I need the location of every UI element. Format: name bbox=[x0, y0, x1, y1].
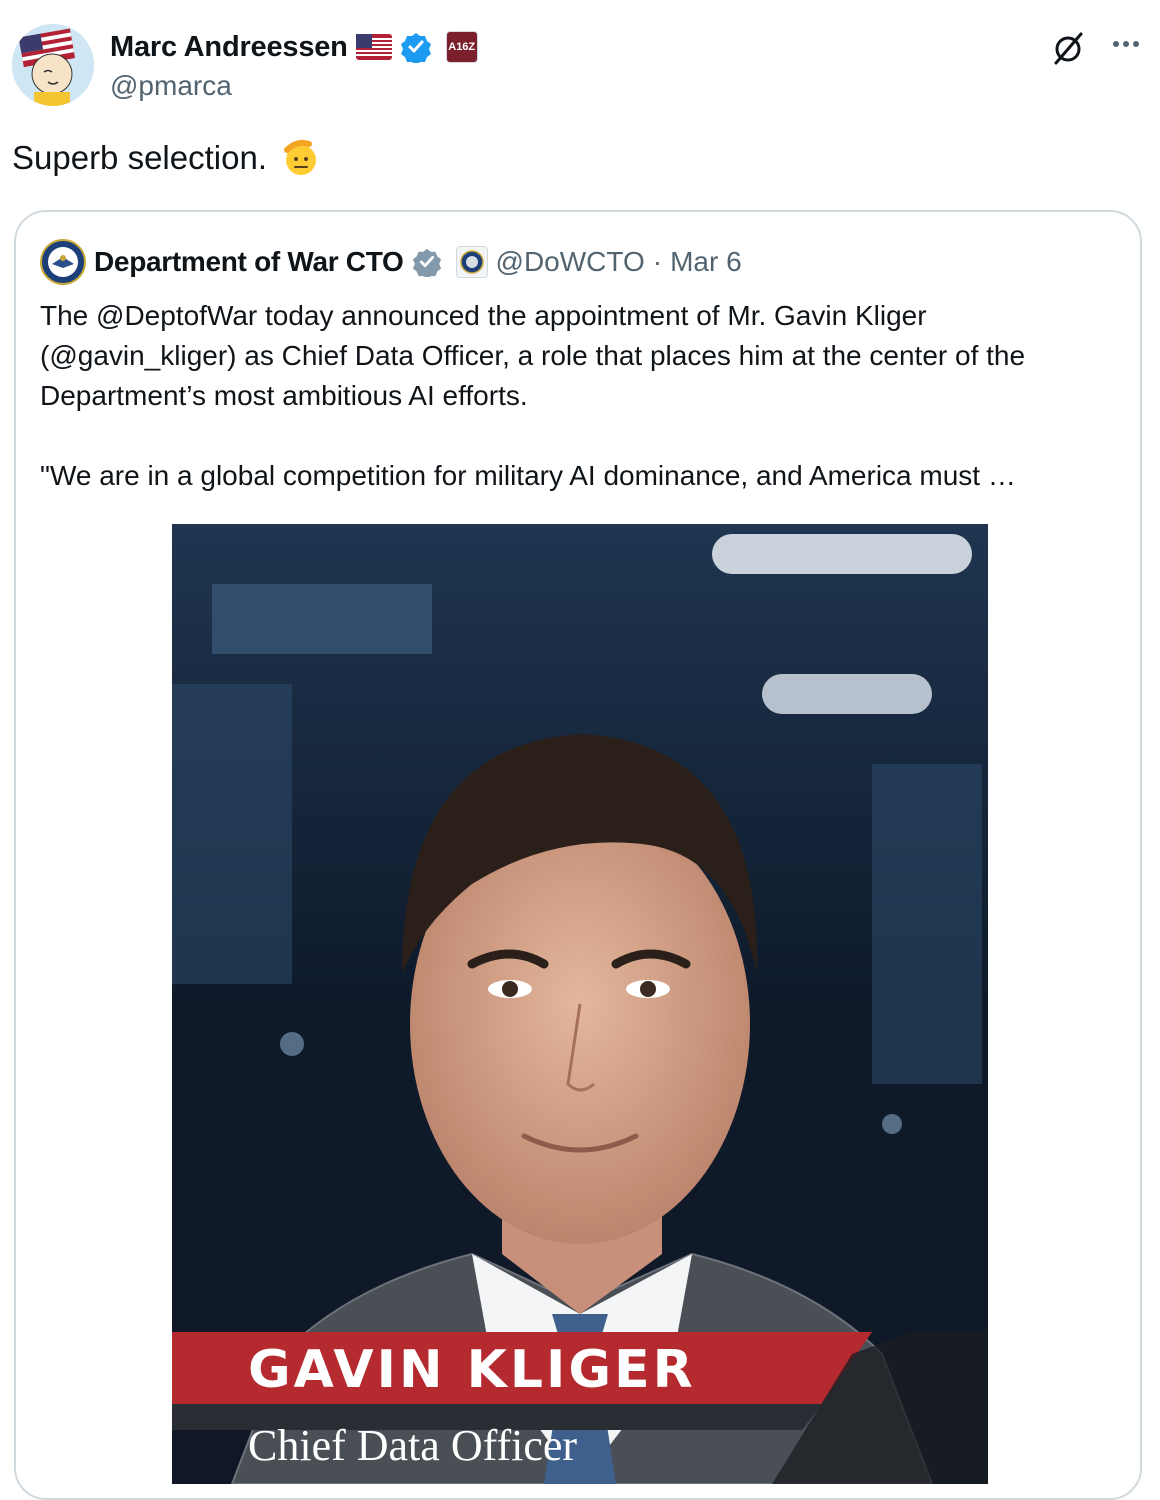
quoted-affiliate-badge-icon[interactable] bbox=[455, 246, 488, 278]
banner-title: Chief Data Officer bbox=[248, 1421, 578, 1470]
verified-badge-icon[interactable] bbox=[400, 31, 432, 65]
us-flag-icon bbox=[355, 34, 392, 60]
quoted-tweet-body: The @DeptofWar today announced the appoi… bbox=[40, 296, 1130, 496]
quoted-separator: · bbox=[652, 246, 663, 277]
quoted-tweet[interactable]: Department of War CTO @DoWCTO · Mar 6 Th… bbox=[14, 210, 1142, 1500]
author-handle[interactable]: @pmarca bbox=[110, 70, 232, 102]
quoted-author-handle[interactable]: @DoWCTO bbox=[496, 246, 645, 278]
quoted-paragraph-1: The @DeptofWar today announced the appoi… bbox=[40, 300, 1026, 411]
banner-name: GAVIN KLIGER bbox=[248, 1340, 696, 1400]
saluting-face-emoji-icon bbox=[281, 138, 321, 178]
author-avatar[interactable] bbox=[12, 24, 94, 106]
tweet-text: Superb selection. bbox=[12, 139, 267, 176]
quoted-author-avatar[interactable] bbox=[40, 239, 86, 285]
more-icon[interactable] bbox=[1108, 30, 1144, 66]
quoted-author-name[interactable]: Department of War CTO bbox=[94, 246, 404, 278]
author-name-row: Marc Andreessen A16Z bbox=[110, 28, 478, 66]
quoted-tweet-image[interactable]: GAVIN KLIGER Chief Data Officer bbox=[172, 524, 988, 1484]
quoted-paragraph-2: "We are in a global competition for mili… bbox=[40, 460, 1016, 491]
gov-verified-badge-icon[interactable] bbox=[412, 247, 442, 279]
grok-icon[interactable] bbox=[1048, 28, 1088, 68]
quoted-date[interactable]: Mar 6 bbox=[670, 246, 742, 278]
quoted-tweet-header: Department of War CTO @DoWCTO · Mar 6 bbox=[40, 239, 742, 285]
author-name[interactable]: Marc Andreessen bbox=[110, 31, 348, 64]
affiliate-badge[interactable]: A16Z bbox=[445, 31, 478, 63]
tweet-text-row: Superb selection. bbox=[12, 138, 321, 178]
